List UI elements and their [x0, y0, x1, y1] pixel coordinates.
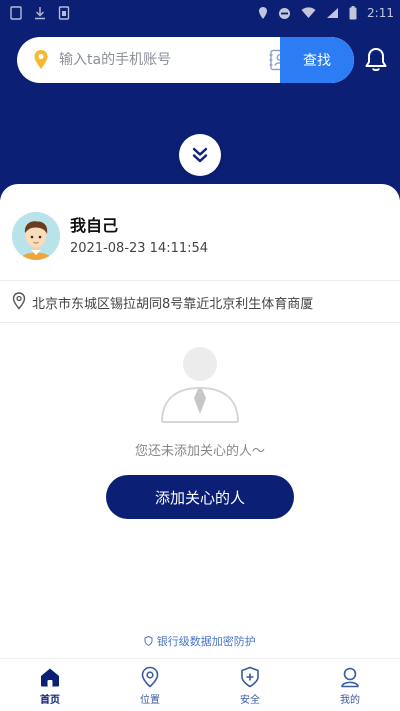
location-pin-outline-icon — [12, 292, 26, 310]
search-bar: 查找 — [17, 37, 354, 83]
tab-security[interactable]: 安全 — [200, 659, 300, 711]
home-icon — [41, 668, 59, 687]
tab-home[interactable]: 首页 — [0, 659, 100, 711]
status-time: 2:11 — [367, 6, 394, 20]
signal-icon — [327, 8, 339, 18]
add-contact-button[interactable]: 添加关心的人 — [106, 475, 294, 519]
security-note: 银行级数据加密防护 — [0, 633, 400, 649]
location-pin-icon — [34, 50, 48, 69]
bottom-tab-bar: 首页 位置 安全 我的 — [0, 658, 400, 711]
profile-icon — [341, 667, 359, 688]
main-card: 我自己 2021-08-23 14:11:54 北京市东城区锡拉胡同8号靠近北京… — [0, 184, 400, 711]
boy-avatar-icon — [12, 212, 60, 260]
status-bar: 2:11 — [0, 0, 400, 28]
notification-icon — [10, 6, 22, 20]
divider — [0, 280, 400, 281]
tab-location-label: 位置 — [140, 695, 160, 706]
divider — [0, 322, 400, 323]
double-chevron-down-icon — [192, 147, 208, 163]
location-icon — [141, 666, 159, 688]
battery-icon — [349, 6, 357, 20]
phone-search-input[interactable] — [59, 37, 259, 83]
collapse-toggle-button[interactable] — [179, 134, 221, 176]
shield-icon — [241, 666, 259, 688]
user-timestamp: 2021-08-23 14:11:54 — [70, 241, 209, 256]
tab-profile[interactable]: 我的 — [300, 659, 400, 711]
do-not-disturb-icon — [279, 7, 291, 19]
tab-profile-label: 我的 — [340, 695, 360, 706]
tab-home-label: 首页 — [40, 695, 60, 706]
tab-location[interactable]: 位置 — [100, 659, 200, 711]
search-button[interactable]: 查找 — [280, 37, 354, 83]
avatar[interactable] — [12, 212, 60, 260]
location-status-icon — [259, 7, 268, 19]
security-note-text: 银行级数据加密防护 — [156, 635, 256, 648]
location-address: 北京市东城区锡拉胡同8号靠近北京利生体育商厦 — [32, 297, 314, 312]
lock-shield-icon — [144, 635, 153, 647]
download-icon — [35, 7, 45, 20]
tab-security-label: 安全 — [240, 695, 260, 706]
user-name: 我自己 — [70, 216, 119, 235]
bell-icon[interactable] — [364, 47, 388, 73]
wifi-icon — [301, 7, 316, 18]
empty-state-message: 您还未添加关心的人～ — [134, 444, 265, 459]
person-placeholder-icon — [161, 347, 239, 423]
sim-icon — [58, 6, 70, 20]
